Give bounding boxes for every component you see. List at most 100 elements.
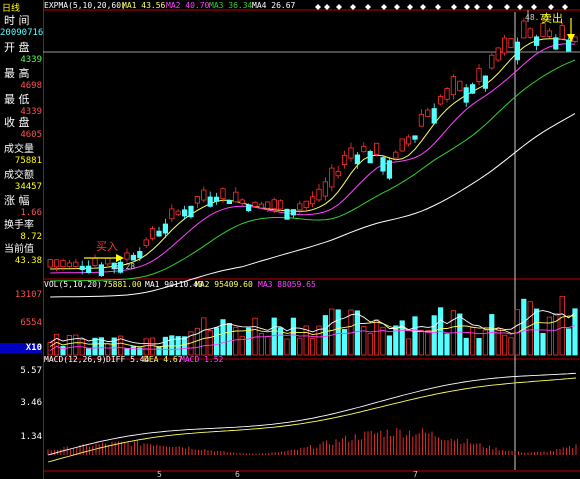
candle-body [553, 37, 559, 50]
candle-body [86, 265, 92, 274]
volume-bar [130, 346, 136, 356]
candle-body [143, 239, 149, 246]
volume-bar [412, 316, 418, 356]
candle-body [73, 261, 79, 267]
event-diamond-icon [487, 4, 493, 10]
candle-body [572, 36, 578, 42]
candle-body [329, 167, 335, 188]
candle-body [54, 259, 60, 268]
volume-bar [431, 315, 437, 356]
volume-bar [553, 313, 559, 356]
candle-body [213, 196, 220, 202]
candle-body [469, 84, 476, 94]
volume-bar [559, 295, 565, 356]
price-ma4: MA4 26.67 [252, 1, 296, 10]
price-ma3: MA3 36.34 [209, 1, 253, 10]
volume-bar [54, 333, 60, 356]
volume-bar [226, 323, 232, 356]
volume-bar [207, 329, 213, 356]
volume-bar [501, 334, 508, 356]
candle-body [348, 147, 354, 159]
event-markers [315, 4, 568, 10]
price-ma1: MA1 43.56 [122, 1, 166, 10]
volume-bar [527, 301, 533, 356]
candle-body [386, 160, 393, 179]
volume-bar [297, 337, 303, 356]
candle-body [361, 145, 367, 153]
candle-body [501, 37, 508, 54]
vol-indicator-name: VOL(5,10,20) [44, 280, 102, 289]
ma-line [50, 43, 576, 274]
candle-body [380, 157, 386, 172]
candle-body [521, 20, 527, 39]
candle-body [559, 25, 565, 40]
event-diamond-icon [315, 4, 321, 10]
volume-bar [367, 332, 373, 356]
candle-body [233, 191, 239, 203]
buy-label: 买入 [96, 240, 118, 253]
macd-diff-line [47, 372, 577, 456]
candle-body [418, 113, 425, 127]
candle-body [322, 181, 329, 197]
volume-bar [508, 337, 514, 356]
axis-month-7: 7 [413, 470, 418, 479]
candle-body [476, 68, 482, 82]
candle-body [245, 204, 252, 212]
event-diamond-icon [517, 4, 523, 10]
event-diamond-icon [381, 4, 387, 10]
candle-body [527, 28, 533, 38]
candle-body [393, 151, 399, 159]
volume-bar [425, 329, 431, 356]
volume-bar [489, 314, 495, 356]
candle-body [226, 199, 232, 204]
macd-diff: DIFF 5.44 [106, 355, 150, 364]
volume-bar [149, 337, 156, 356]
volume-bar [290, 317, 297, 356]
volume-bar [335, 309, 341, 356]
candle-body [220, 188, 226, 200]
axis-month-5: 5 [157, 470, 162, 479]
candle-body [124, 252, 130, 260]
candle-body [207, 196, 213, 207]
macd-indicator-name: MACD(12,26,9) [44, 355, 107, 364]
macd-dea: DEA 4.67 [144, 355, 183, 364]
chart-canvas[interactable] [0, 0, 580, 479]
candle-body [303, 200, 309, 209]
candle-body [60, 259, 66, 268]
volume-bar [463, 337, 469, 356]
event-diamond-icon [365, 4, 371, 10]
macd-dea-line [47, 377, 577, 463]
volume-bar [393, 325, 399, 356]
volume-bar [92, 337, 98, 356]
candle-body [566, 39, 572, 52]
volume-bar [213, 327, 220, 356]
macd-lines [47, 372, 577, 463]
volume-bar [444, 333, 450, 356]
candle-body [181, 209, 188, 217]
volume-bar [265, 335, 271, 356]
candle-body [431, 108, 437, 124]
candle-body [290, 209, 297, 216]
candle-body [79, 265, 85, 271]
candle-body [341, 154, 348, 165]
event-diamond-icon [394, 4, 400, 10]
vol-value: 75881.00 [103, 280, 142, 289]
candle-body [92, 257, 98, 267]
volume-bar [405, 338, 412, 356]
macd-value: MACD 1.52 [180, 355, 224, 364]
candle-body [297, 203, 303, 211]
candle-body [188, 205, 194, 218]
ma-line [50, 59, 576, 282]
candle-body [457, 80, 463, 92]
volume-bar [534, 308, 540, 356]
candle-body [546, 30, 553, 37]
candle-body [482, 75, 489, 89]
event-diamond-icon [407, 4, 413, 10]
candle-body [201, 189, 207, 201]
volume-bar [469, 327, 476, 356]
candle-body [258, 203, 265, 209]
candle-body [425, 109, 431, 118]
candle-body [175, 210, 181, 215]
event-diamond-icon [464, 4, 470, 10]
candle-body [284, 208, 290, 220]
